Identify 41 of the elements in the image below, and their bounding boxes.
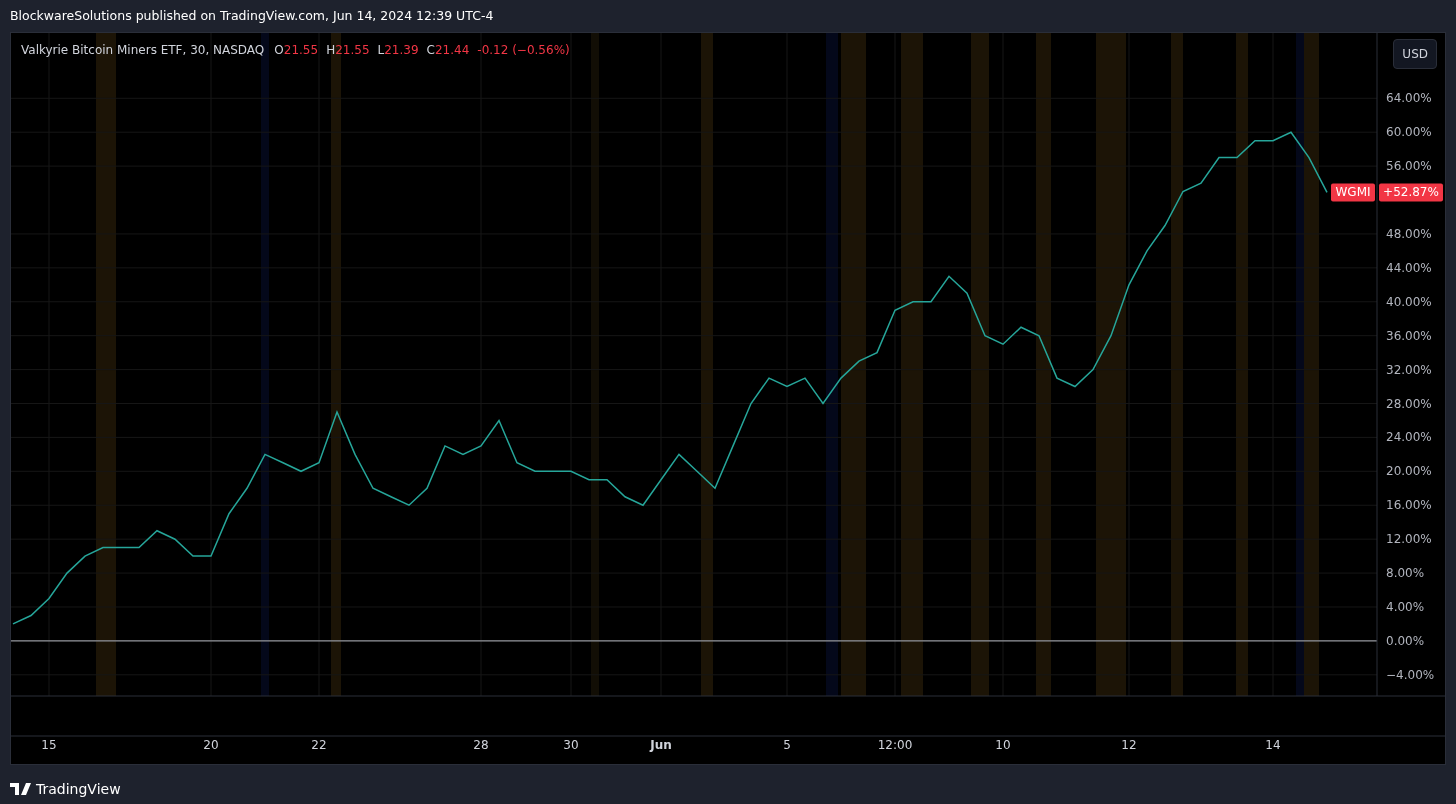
currency-button[interactable]: USD bbox=[1393, 39, 1437, 69]
series-label: WGMI bbox=[1335, 185, 1371, 200]
last-price-tag: +52.87% bbox=[1379, 183, 1443, 202]
ohlc-value: C21.44 bbox=[426, 42, 470, 59]
time-tick: 14 bbox=[1265, 738, 1281, 752]
price-tick: 20.00% bbox=[1386, 464, 1432, 479]
price-tick: 12.00% bbox=[1386, 532, 1432, 547]
price-tick: 44.00% bbox=[1386, 260, 1432, 275]
price-tick: 64.00% bbox=[1386, 91, 1432, 106]
time-tick: 10 bbox=[995, 738, 1011, 752]
symbol-tag: WGMI bbox=[1331, 183, 1375, 202]
time-tick: 28 bbox=[473, 738, 489, 752]
ohlc-value: O21.55 bbox=[274, 42, 319, 59]
price-tick: 4.00% bbox=[1386, 600, 1425, 614]
time-tick: 15 bbox=[41, 738, 57, 752]
change-value: -0.12 (−0.56%) bbox=[477, 42, 570, 59]
time-tick: 12:00 bbox=[877, 738, 913, 752]
time-tick: 20 bbox=[203, 738, 219, 752]
time-tick: 30 bbox=[563, 738, 579, 752]
time-tick: 22 bbox=[311, 738, 327, 752]
brand-name: TradingView bbox=[36, 779, 121, 799]
time-tick: Jun bbox=[650, 738, 672, 752]
price-tick: 0.00% bbox=[1386, 633, 1425, 648]
publish-info: BlockwareSolutions published on TradingView.com, Jun 14, 2024 12:39 UTC-4 bbox=[10, 8, 494, 23]
price-tick: 28.00% bbox=[1386, 396, 1432, 411]
price-tick: 32.00% bbox=[1386, 362, 1432, 377]
ohlc-value: H21.55 bbox=[326, 42, 370, 59]
price-tick: 36.00% bbox=[1386, 328, 1432, 343]
symbol-label: Valkyrie Bitcoin Miners ETF, 30, NASDAQ bbox=[21, 42, 265, 59]
ohlc-value: L21.39 bbox=[377, 42, 419, 59]
price-tick: 48.00% bbox=[1386, 226, 1432, 241]
price-tick: 8.00% bbox=[1386, 566, 1425, 581]
price-tick: 24.00% bbox=[1386, 430, 1432, 445]
price-tick: 16.00% bbox=[1386, 498, 1432, 513]
time-tick: 5 bbox=[783, 738, 791, 752]
logo-icon bbox=[10, 783, 32, 795]
price-tick: 60.00% bbox=[1386, 125, 1432, 140]
price-tick: −4.00% bbox=[1386, 667, 1435, 682]
time-tick: 12 bbox=[1121, 738, 1137, 752]
price-tick: 40.00% bbox=[1386, 294, 1432, 309]
price-tick: 56.00% bbox=[1386, 159, 1432, 174]
